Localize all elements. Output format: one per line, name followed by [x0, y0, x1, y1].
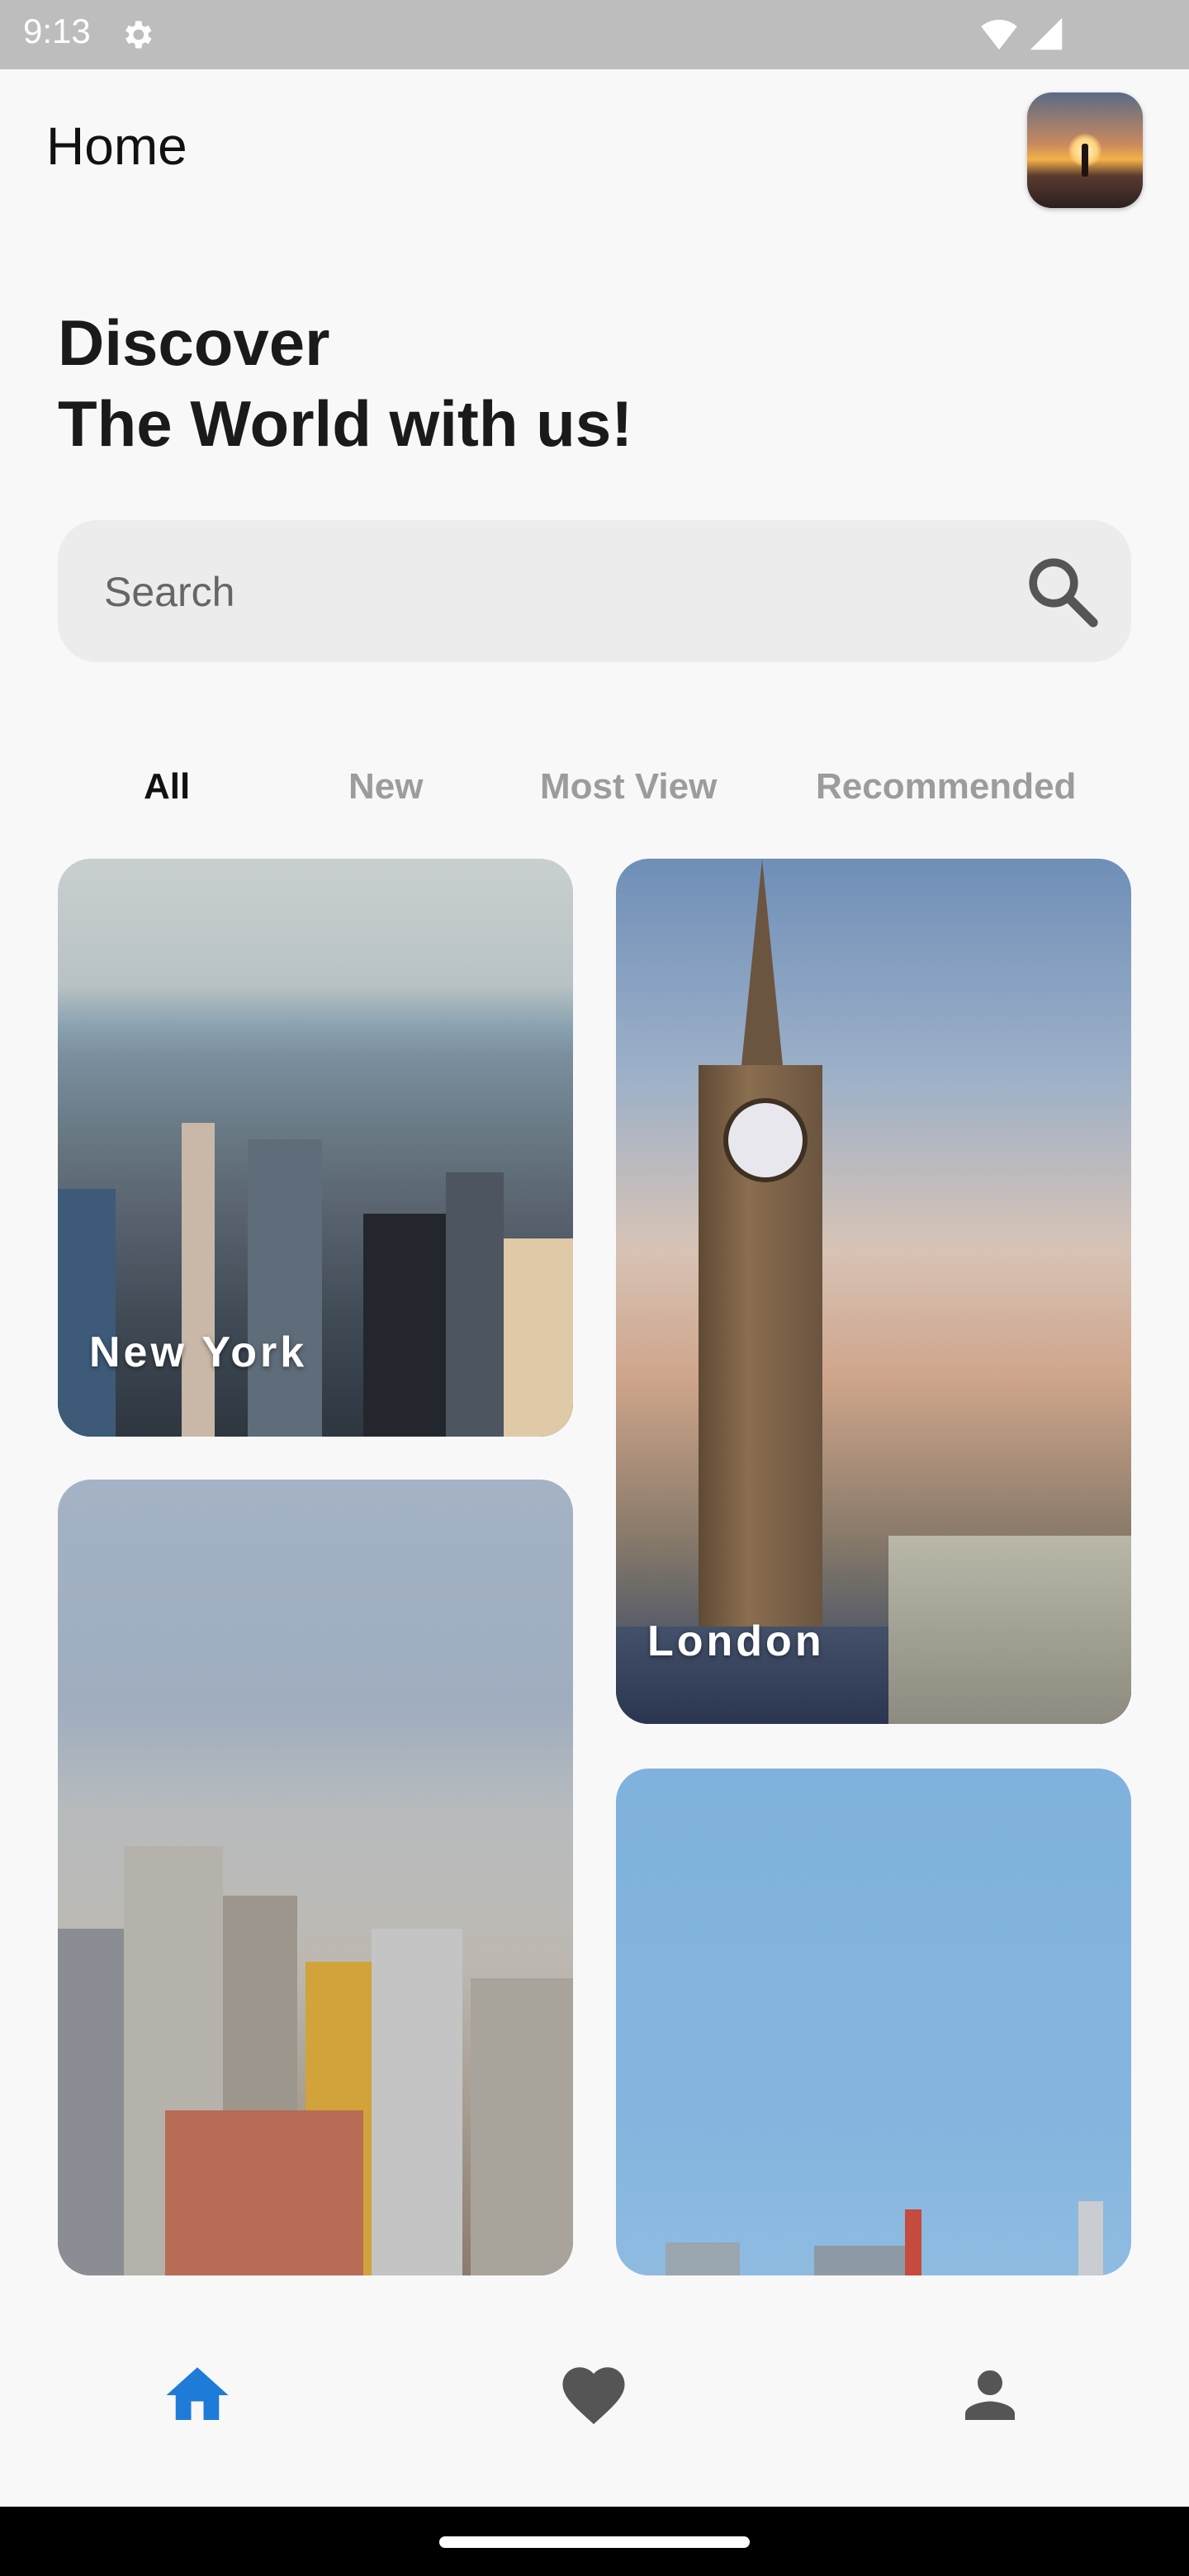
wifi-icon [981, 19, 1017, 50]
building [248, 1139, 322, 1437]
clock-face [723, 1098, 808, 1182]
antenna [905, 2209, 921, 2275]
building [372, 1929, 462, 2275]
destination-card-3[interactable] [58, 1480, 573, 2275]
search-icon[interactable] [1022, 552, 1101, 631]
signal-icon [1030, 17, 1063, 50]
building [446, 1172, 504, 1437]
building [471, 1978, 573, 2275]
building [814, 2246, 913, 2275]
tab-all[interactable]: All [144, 766, 190, 807]
destination-card-london[interactable]: London [616, 859, 1131, 1724]
card-label-new-york: New York [89, 1328, 308, 1376]
card-label-london: London [647, 1617, 825, 1665]
profile-avatar[interactable] [1027, 92, 1143, 208]
building [182, 1123, 215, 1437]
search-input[interactable] [102, 520, 1014, 664]
building [165, 2110, 363, 2275]
destination-card-4[interactable] [616, 1769, 1131, 2275]
tower-spire [741, 859, 783, 1065]
building [504, 1238, 573, 1437]
building [1078, 2201, 1103, 2275]
gear-icon [126, 21, 152, 49]
destination-card-new-york[interactable]: New York [58, 859, 573, 1437]
person-icon[interactable] [953, 2358, 1027, 2432]
bridge [888, 1536, 1131, 1724]
tab-most-view[interactable]: Most View [540, 766, 717, 807]
building [666, 2242, 740, 2275]
page-title: Home [46, 116, 187, 176]
building [58, 1189, 116, 1437]
home-gesture-pill[interactable] [439, 2536, 750, 2548]
home-icon[interactable] [160, 2358, 234, 2432]
building [58, 1929, 124, 2275]
tab-recommended[interactable]: Recommended [816, 766, 1076, 807]
hero-heading: Discover The World with us! [58, 302, 632, 464]
building [363, 1214, 446, 1437]
avatar-person [1082, 144, 1088, 177]
status-bar: 9:13 [0, 0, 1189, 69]
hero-line-1: Discover [58, 306, 330, 379]
status-time: 9:13 [23, 12, 91, 50]
heart-icon[interactable] [557, 2358, 631, 2432]
search-bar [58, 520, 1131, 664]
tab-new[interactable]: New [348, 766, 423, 807]
hero-line-2: The World with us! [58, 387, 633, 460]
